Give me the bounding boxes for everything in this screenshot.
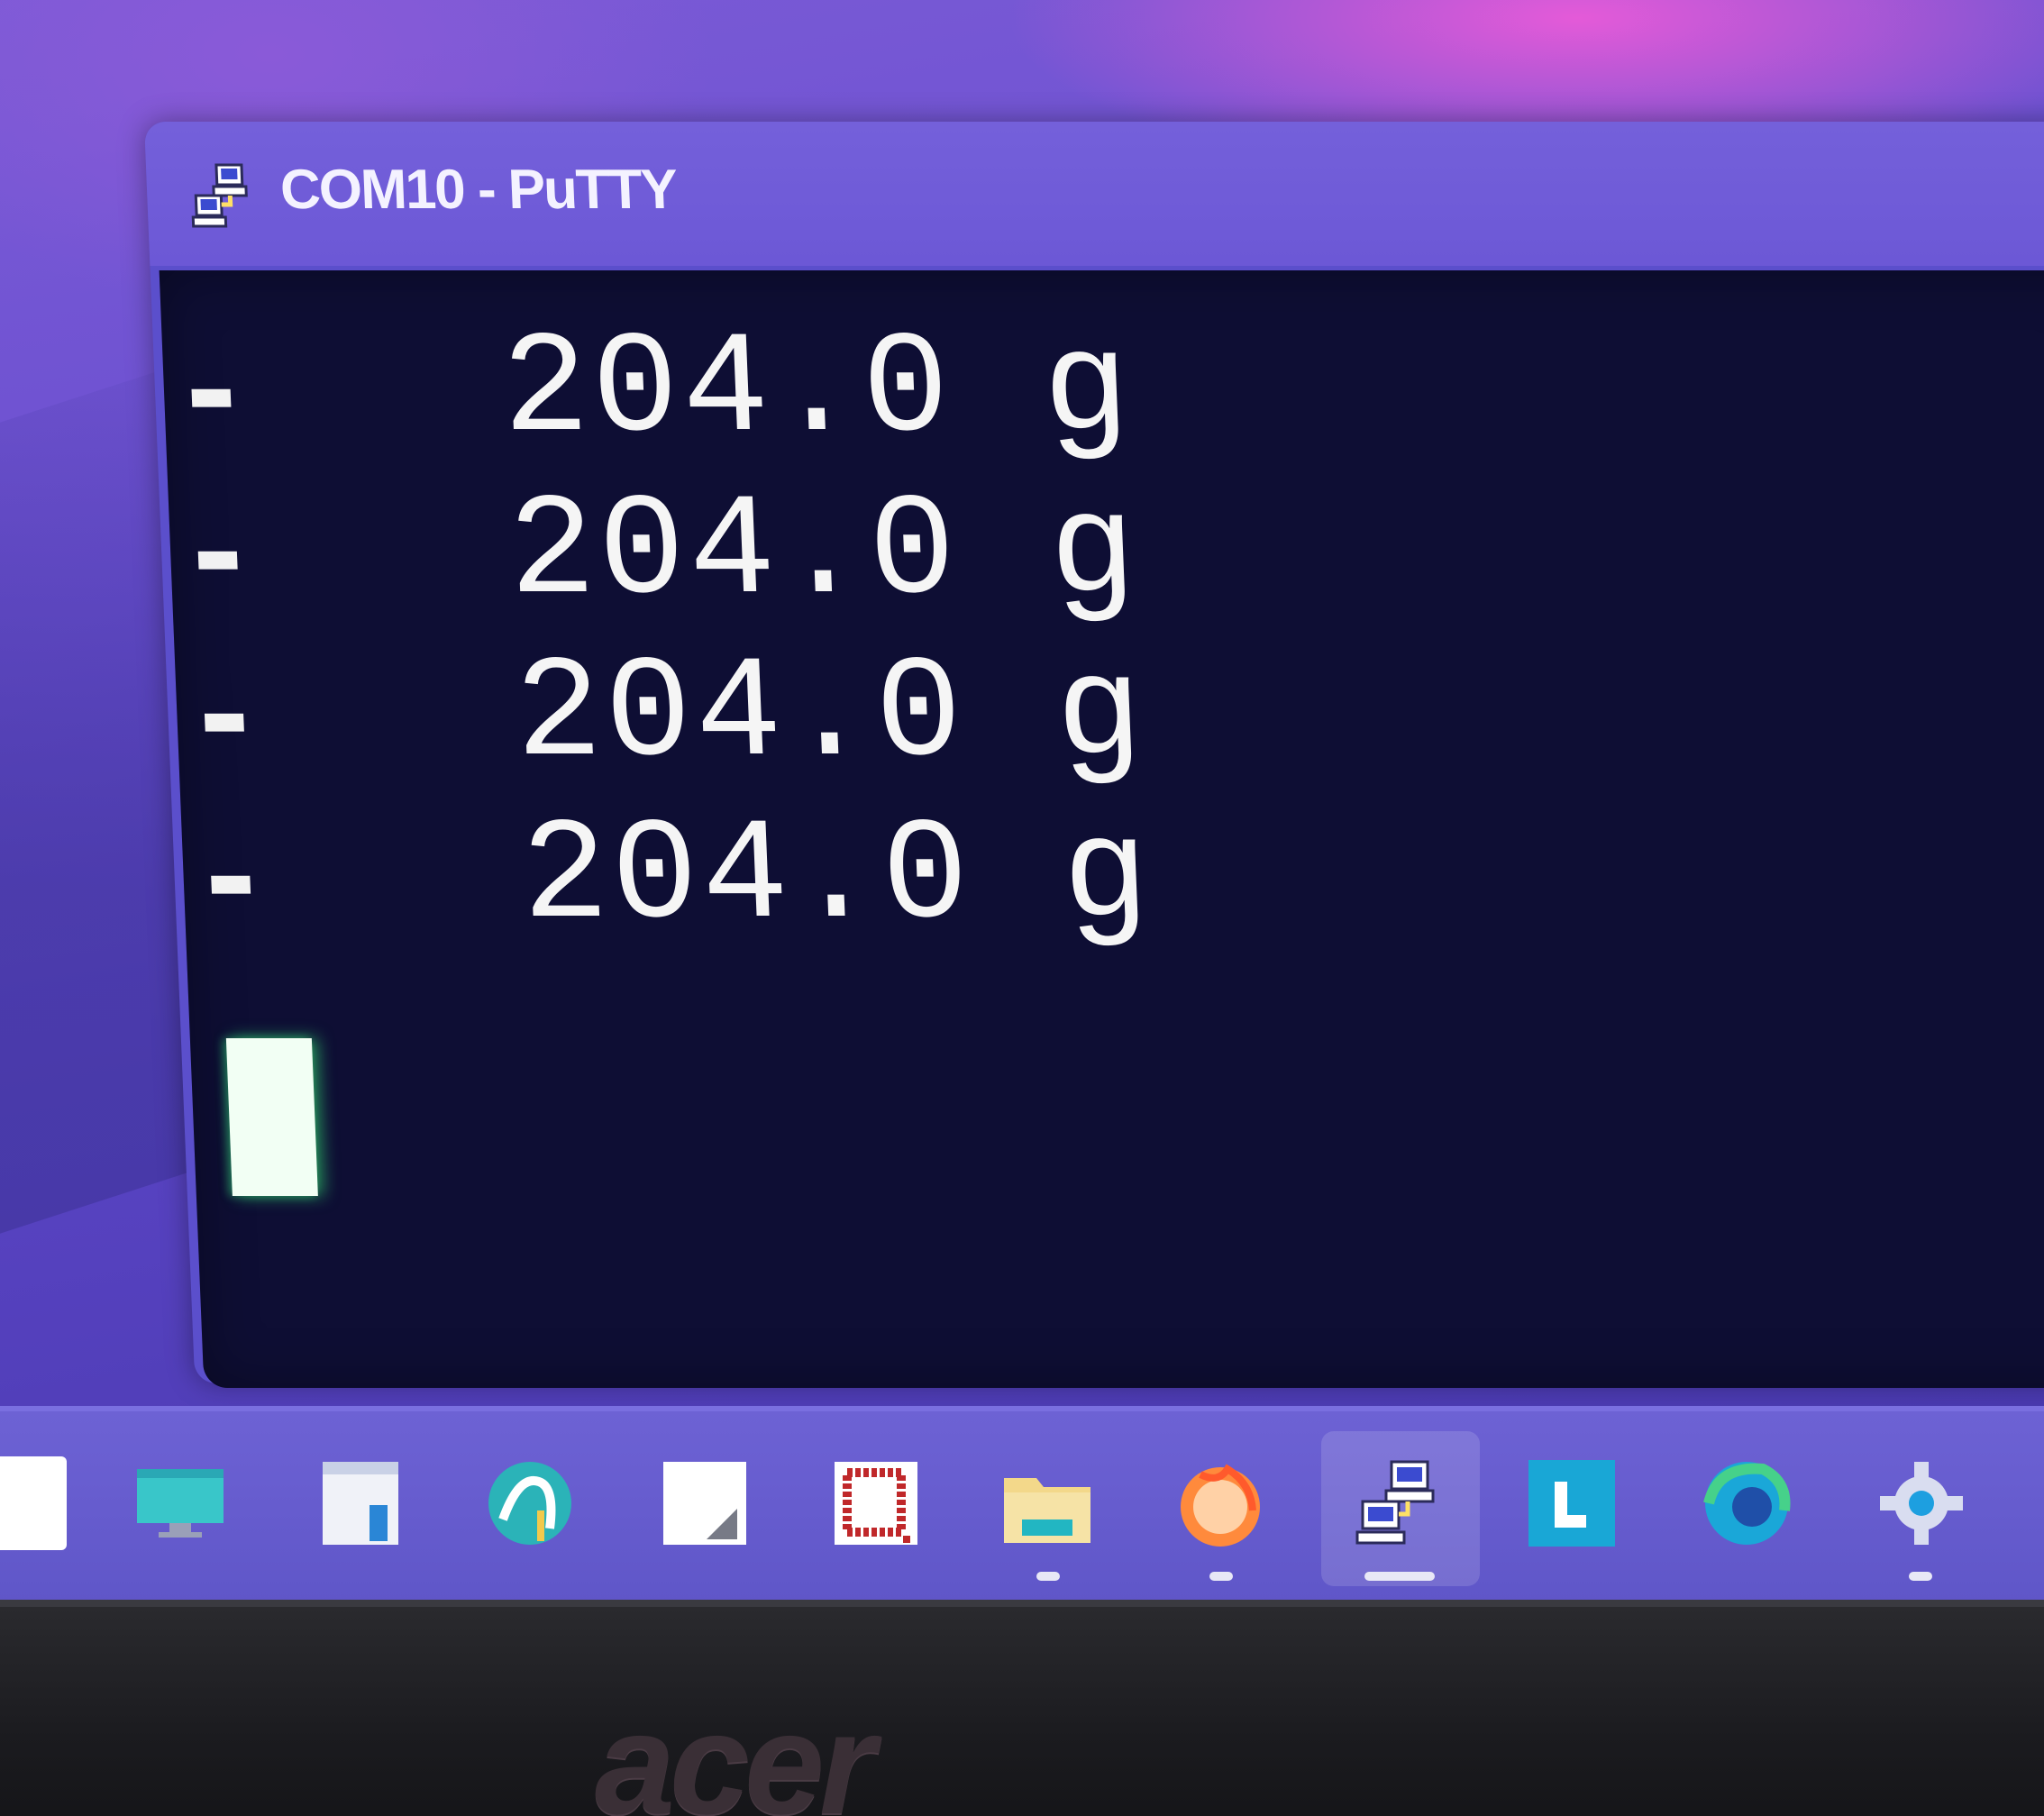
putty-icon [191,163,248,228]
running-indicator [1209,1572,1233,1581]
terminal-cursor [225,1038,318,1196]
terminal-line: - 204.0 g [168,472,1436,644]
arduino-app-icon[interactable] [483,1456,577,1550]
weight-reading: 204.0 g [511,634,1150,798]
running-indicator [1036,1572,1060,1581]
settings-gear-icon[interactable] [1875,1456,1968,1550]
putty-icon[interactable] [1354,1456,1447,1550]
photo-scene: COM10 - PuTTY - 204.0 g - 204.0 g - 204.… [0,0,2044,1816]
monitor-bezel [0,1600,2044,1816]
running-indicator [1909,1572,1932,1581]
monitor-brand-logo: acer [595,1683,875,1816]
putty-window[interactable]: COM10 - PuTTY - 204.0 g - 204.0 g - 204.… [144,122,2044,1388]
terminal-area[interactable]: - 204.0 g - 204.0 g - 204.0 g - 204.0 g [159,270,2044,1388]
document-app-icon[interactable] [314,1456,407,1550]
monitor-app-icon[interactable] [133,1456,227,1550]
taskbar [0,1406,2044,1605]
l-app-icon[interactable] [1525,1456,1619,1550]
active-indicator [1364,1572,1435,1581]
terminal-line: - 204.0 g [181,797,1449,969]
firefox-icon[interactable] [1173,1456,1267,1550]
terminal-line: - 204.0 g [161,310,1429,482]
line-prefix: - [169,318,252,465]
title-bar[interactable]: COM10 - PuTTY [144,122,2044,266]
line-prefix: - [189,805,272,952]
notepad-app-icon[interactable] [658,1456,752,1550]
terminal-line: - 204.0 g [174,634,1442,807]
weight-reading: 204.0 g [518,797,1156,960]
red-frame-app-icon[interactable] [829,1456,923,1550]
weight-reading: 204.0 g [498,310,1136,473]
window-title: COM10 - PuTTY [278,159,678,221]
line-prefix: - [183,643,266,789]
file-explorer-icon[interactable] [1000,1456,1094,1550]
app-partial-icon[interactable] [0,1456,67,1550]
line-prefix: - [176,480,259,627]
weight-reading: 204.0 g [505,472,1144,635]
edge-icon[interactable] [1700,1456,1793,1550]
